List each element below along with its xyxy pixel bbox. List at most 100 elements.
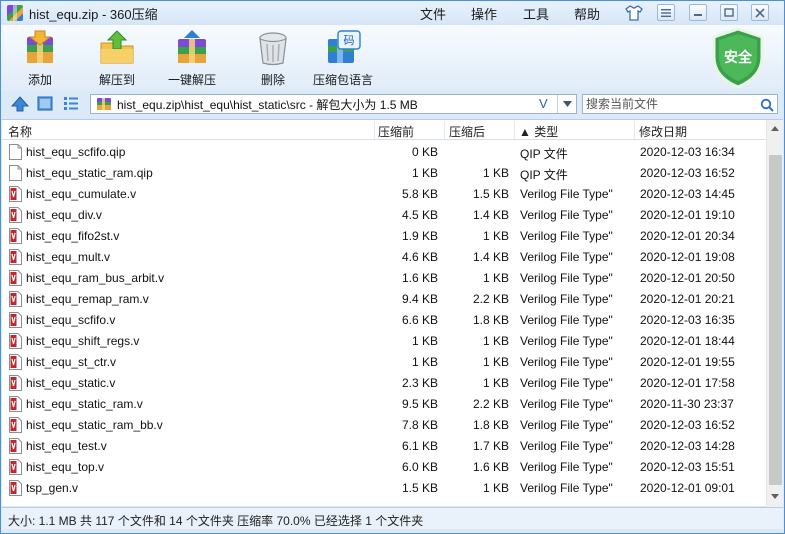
file-type: Verilog File Type" (520, 376, 613, 390)
menu-help[interactable]: 帮助 (574, 4, 604, 23)
verilog-file-icon (9, 249, 22, 265)
search-input[interactable] (586, 96, 754, 112)
minimize-button[interactable] (689, 4, 707, 21)
column-name[interactable]: 名称 (8, 123, 32, 140)
column-date[interactable]: 修改日期 (639, 123, 687, 140)
archive-language-icon: 码 (328, 30, 361, 63)
verilog-file-icon (9, 417, 22, 433)
file-compressed-size: 1.5 KB (401, 481, 438, 495)
skin-shirt-icon[interactable] (625, 5, 643, 21)
menu-operation[interactable]: 操作 (471, 4, 501, 23)
file-row[interactable]: hist_equ_scfifo.v 6.6 KB 1.8 KB Verilog Fil… (2, 309, 766, 330)
file-row[interactable]: tsp_gen.v 1.5 KB 1 KB Verilog File Type" 202… (2, 477, 766, 498)
address-expand-icon[interactable]: V (539, 96, 548, 111)
menu-tools[interactable]: 工具 (523, 4, 553, 23)
file-compressed-size: 1.6 KB (401, 271, 438, 285)
file-row[interactable]: hist_equ_static_ram.qip 1 KB 1 KB QIP 文件 202… (2, 162, 766, 183)
file-name: hist_equ_st_ctr.v (26, 355, 117, 369)
file-row[interactable]: hist_equ_top.v 6.0 KB 1.6 KB Verilog File T… (2, 456, 766, 477)
file-compressed-size: 6.0 KB (401, 460, 438, 474)
close-button[interactable] (751, 4, 769, 21)
column-divider[interactable] (634, 121, 635, 139)
column-divider[interactable] (514, 121, 515, 139)
verilog-file-icon (9, 312, 22, 328)
large-icon-view-icon[interactable] (37, 96, 53, 111)
file-row[interactable]: hist_equ_mult.v 4.6 KB 1.4 KB Verilog File … (2, 246, 766, 267)
file-row[interactable]: hist_equ_div.v 4.5 KB 1.4 KB Verilog File T… (2, 204, 766, 225)
file-original-size: 1.8 KB (472, 418, 509, 432)
file-modified-date: 2020-12-03 16:34 (640, 145, 735, 159)
file-row[interactable]: hist_equ_test.v 6.1 KB 1.7 KB Verilog File … (2, 435, 766, 456)
file-type: Verilog File Type" (520, 208, 613, 222)
column-original[interactable]: 压缩后 (449, 123, 485, 140)
column-compressed[interactable]: 压缩前 (378, 123, 414, 140)
column-header: 名称 压缩前 压缩后 ▲ 类型 修改日期 (2, 120, 766, 140)
verilog-file-icon (9, 207, 22, 223)
delete-label: 删除 (260, 73, 285, 87)
search-icon[interactable] (760, 98, 774, 112)
vertical-scrollbar[interactable] (766, 120, 783, 507)
hamburger-icon (661, 8, 671, 17)
verilog-file-icon (9, 270, 22, 286)
file-name: hist_equ_remap_ram.v (26, 292, 149, 306)
add-label: 添加 (27, 73, 52, 87)
column-divider[interactable] (374, 121, 375, 139)
file-row[interactable]: hist_equ_st_ctr.v 1 KB 1 KB Verilog File Ty… (2, 351, 766, 372)
file-modified-date: 2020-12-01 09:01 (640, 481, 735, 495)
file-type: Verilog File Type" (520, 292, 613, 306)
file-name: hist_equ_mult.v (26, 250, 111, 264)
file-list: 名称 压缩前 压缩后 ▲ 类型 修改日期 hist_equ_scfifo.qip… (2, 119, 783, 507)
one-click-extract-button[interactable]: 一键解压 (168, 29, 216, 88)
file-row[interactable]: hist_equ_static_ram_bb.v 7.8 KB 1.8 KB Veri… (2, 414, 766, 435)
scroll-up-button[interactable] (767, 120, 783, 137)
file-row[interactable]: hist_equ_cumulate.v 5.8 KB 1.5 KB Verilog F… (2, 183, 766, 204)
list-view-icon[interactable] (63, 96, 79, 111)
verilog-file-icon (9, 186, 22, 202)
file-compressed-size: 2.3 KB (401, 376, 438, 390)
close-icon (755, 7, 765, 18)
file-row[interactable]: hist_equ_static.v 2.3 KB 1 KB Verilog File … (2, 372, 766, 393)
file-compressed-size: 4.5 KB (401, 208, 438, 222)
address-dropdown-button[interactable] (557, 95, 576, 113)
column-type[interactable]: ▲ 类型 (519, 123, 558, 140)
file-name: hist_equ_test.v (26, 439, 107, 453)
verilog-file-icon (9, 375, 22, 391)
file-row[interactable]: hist_equ_fifo2st.v 1.9 KB 1 KB Verilog File… (2, 225, 766, 246)
generic-file-icon (9, 165, 22, 181)
file-type: Verilog File Type" (520, 313, 613, 327)
file-compressed-size: 4.6 KB (401, 250, 438, 264)
extract-to-button[interactable]: 解压到 (98, 29, 136, 88)
security-shield-icon[interactable]: 安全 (710, 27, 766, 89)
column-divider[interactable] (444, 121, 445, 139)
file-name: hist_equ_static_ram.v (26, 397, 143, 411)
file-compressed-size: 1.9 KB (401, 229, 438, 243)
file-type: Verilog File Type" (520, 334, 613, 348)
file-compressed-size: 0 KB (411, 145, 438, 159)
file-modified-date: 2020-12-03 16:52 (640, 166, 735, 180)
up-arrow-icon[interactable] (11, 96, 29, 112)
verilog-file-icon (9, 291, 22, 307)
file-row[interactable]: hist_equ_remap_ram.v 9.4 KB 2.2 KB Verilog … (2, 288, 766, 309)
file-row[interactable]: hist_equ_scfifo.qip 0 KB QIP 文件 2020-12-03 … (2, 141, 766, 162)
file-name: hist_equ_static_ram_bb.v (26, 418, 163, 432)
file-modified-date: 2020-12-03 14:28 (640, 439, 735, 453)
add-button[interactable]: 添加 (21, 29, 59, 88)
file-modified-date: 2020-12-01 19:10 (640, 208, 735, 222)
scroll-thumb[interactable] (769, 155, 782, 485)
one-click-extract-icon (178, 30, 206, 63)
delete-button[interactable]: 删除 (254, 29, 292, 88)
file-modified-date: 2020-12-01 19:08 (640, 250, 735, 264)
extract-to-icon (100, 30, 134, 64)
file-row[interactable]: hist_equ_ram_bus_arbit.v 1.6 KB 1 KB Verilo… (2, 267, 766, 288)
maximize-button[interactable] (720, 4, 738, 21)
file-row[interactable]: hist_equ_static_ram.v 9.5 KB 2.2 KB Verilog… (2, 393, 766, 414)
window-menu-button[interactable] (657, 4, 675, 21)
address-bar[interactable]: hist_equ.zip\hist_equ\hist_static\src - … (90, 94, 577, 114)
file-row[interactable]: hist_equ_shift_regs.v 1 KB 1 KB Verilog Fil… (2, 330, 766, 351)
file-modified-date: 2020-12-03 16:52 (640, 418, 735, 432)
menu-file[interactable]: 文件 (420, 4, 450, 23)
file-compressed-size: 7.8 KB (401, 418, 438, 432)
archive-language-button[interactable]: 码 压缩包语言 (313, 29, 373, 88)
scroll-down-button[interactable] (767, 488, 783, 505)
file-original-size: 1.4 KB (472, 208, 509, 222)
